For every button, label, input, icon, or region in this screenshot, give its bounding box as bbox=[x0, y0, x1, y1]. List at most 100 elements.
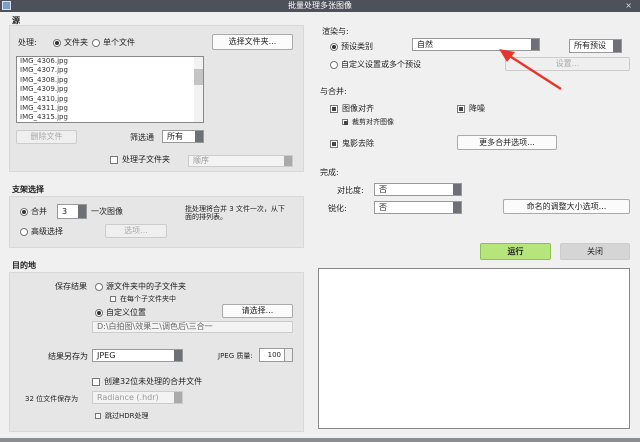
choose-folder-button[interactable]: 选择文件夹... bbox=[212, 34, 293, 50]
merge-heading: 与合并: bbox=[320, 87, 347, 96]
radio-source-subfolder[interactable]: 源文件夹中的子文件夹 bbox=[95, 281, 186, 292]
save-as-select[interactable]: JPEG bbox=[92, 349, 183, 362]
render-heading: 渲染与: bbox=[322, 27, 349, 36]
batch-dialog: 批量处理多张图像 × 源 处理: 文件夹 单个文件 选择文件夹... IMG_4… bbox=[0, 0, 640, 438]
radio-merge[interactable]: 合并 bbox=[20, 206, 47, 217]
chevron-down-icon bbox=[453, 202, 461, 213]
chevron-down-icon bbox=[174, 392, 182, 403]
list-item[interactable]: IMG_4308.jpg bbox=[17, 76, 203, 85]
destination-path-field[interactable]: D:\白拍图\效果二\调色后\三合一 bbox=[92, 321, 293, 333]
arrow-shaft bbox=[504, 51, 562, 91]
save-32bit-select[interactable]: Radiance (.hdr) bbox=[92, 391, 183, 404]
sharpen-label: 锐化: bbox=[328, 204, 347, 213]
align-checkbox[interactable]: 图像对齐 bbox=[330, 103, 374, 114]
list-item[interactable]: IMG_4309.jpg bbox=[17, 85, 203, 94]
save-as-label: 结果另存为 bbox=[48, 352, 88, 361]
order-select[interactable]: 顺序 bbox=[188, 155, 293, 167]
process-subfolders-checkbox[interactable]: 处理子文件夹 bbox=[110, 154, 170, 165]
denoise-label: 降噪 bbox=[469, 104, 485, 113]
bracket-heading: 支架选择 bbox=[12, 185, 44, 194]
all-presets-value: 所有预设 bbox=[574, 41, 606, 50]
radio-custom-settings[interactable]: 自定义设置或多个预设 bbox=[330, 59, 421, 70]
merge-label: 合并 bbox=[31, 207, 47, 216]
filter-label: 筛选通 bbox=[130, 133, 154, 142]
list-item[interactable]: IMG_4315.jpg bbox=[17, 113, 203, 122]
scrollbar-thumb[interactable] bbox=[194, 69, 203, 85]
resize-options-button[interactable]: 命名的调整大小选项... bbox=[503, 199, 630, 214]
contrast-value: 否 bbox=[379, 185, 387, 194]
file-list-scrollbar[interactable] bbox=[194, 57, 203, 122]
bracket-options-button[interactable]: 选项... bbox=[105, 224, 167, 238]
chevron-down-icon bbox=[284, 156, 292, 166]
close-icon[interactable]: × bbox=[625, 0, 632, 12]
remove-files-button[interactable]: 删除文件 bbox=[16, 130, 77, 144]
finish-heading: 完成: bbox=[320, 168, 339, 177]
create-32bit-label: 创建32位未处理的合并文件 bbox=[104, 377, 203, 386]
each-subfolder-checkbox[interactable]: 在每个子文件夹中 bbox=[110, 294, 176, 304]
spinner-icon[interactable] bbox=[78, 205, 86, 218]
bracket-group bbox=[9, 196, 304, 248]
sharpen-value: 否 bbox=[379, 203, 387, 212]
bracket-info: 批处理将合并 3 文件一次，从下面的排列表。 bbox=[185, 205, 285, 221]
preset-category-label: 预设类别 bbox=[341, 42, 373, 51]
filter-select[interactable]: 所有 bbox=[162, 130, 204, 143]
app-icon bbox=[2, 1, 11, 10]
chevron-down-icon bbox=[613, 40, 621, 52]
align-label: 图像对齐 bbox=[342, 104, 374, 113]
destination-heading: 目的地 bbox=[12, 261, 36, 270]
list-item[interactable]: IMG_4310.jpg bbox=[17, 95, 203, 104]
all-presets-select[interactable]: 所有预设 bbox=[569, 39, 622, 53]
radio-folder-label: 文件夹 bbox=[64, 38, 88, 47]
process-label: 处理: bbox=[18, 38, 37, 47]
list-item[interactable]: IMG_4311.jpg bbox=[17, 104, 203, 113]
radio-single-file[interactable]: 单个文件 bbox=[92, 37, 135, 48]
progress-log-area bbox=[318, 268, 630, 429]
title-bar: 批量处理多张图像 × bbox=[0, 0, 640, 12]
skip-hdr-checkbox[interactable]: 跳过HDR处理 bbox=[95, 411, 149, 421]
radio-folder[interactable]: 文件夹 bbox=[53, 37, 88, 48]
red-annotation-arrow bbox=[499, 49, 562, 91]
merge-count-spinner[interactable]: 3 bbox=[57, 204, 87, 219]
chevron-down-icon bbox=[453, 184, 461, 195]
each-subfolder-label: 在每个子文件夹中 bbox=[120, 295, 176, 303]
list-item[interactable]: IMG_4307.jpg bbox=[17, 66, 203, 75]
run-button[interactable]: 运行 bbox=[480, 243, 551, 260]
merge-count-value: 3 bbox=[62, 207, 68, 216]
more-merge-options-button[interactable]: 更多合并选项... bbox=[457, 135, 557, 150]
radio-advanced[interactable]: 高级选择 bbox=[20, 226, 63, 237]
order-value: 顺序 bbox=[193, 156, 209, 165]
crop-aligned-label: 裁剪对齐图像 bbox=[352, 118, 394, 126]
create-32bit-checkbox[interactable]: 创建32位未处理的合并文件 bbox=[92, 376, 202, 387]
arrow-head bbox=[499, 49, 515, 62]
radio-single-label: 单个文件 bbox=[103, 38, 135, 47]
filter-value: 所有 bbox=[167, 132, 183, 141]
preset-value: 自然 bbox=[417, 40, 433, 49]
contrast-label: 对比度: bbox=[337, 186, 364, 195]
jpeg-quality-label: JPEG 质量: bbox=[218, 352, 253, 360]
custom-settings-label: 自定义设置或多个预设 bbox=[341, 60, 421, 69]
window-title: 批量处理多张图像 bbox=[288, 1, 352, 10]
sharpen-select[interactable]: 否 bbox=[374, 201, 462, 214]
chevron-down-icon bbox=[174, 350, 182, 361]
jpeg-quality-spinner[interactable]: 100 bbox=[259, 348, 293, 362]
process-subfolders-label: 处理子文件夹 bbox=[122, 155, 170, 164]
browse-button[interactable]: 请选择... bbox=[222, 304, 293, 318]
denoise-checkbox[interactable]: 降噪 bbox=[457, 103, 485, 114]
spinner-icon[interactable] bbox=[284, 349, 292, 361]
skip-hdr-label: 跳过HDR处理 bbox=[105, 412, 149, 420]
source-subfolder-label: 源文件夹中的子文件夹 bbox=[106, 282, 186, 291]
chevron-down-icon bbox=[195, 131, 203, 142]
advanced-label: 高级选择 bbox=[31, 227, 63, 236]
contrast-select[interactable]: 否 bbox=[374, 183, 462, 196]
close-button[interactable]: 关闭 bbox=[560, 243, 630, 260]
custom-location-label: 自定义位置 bbox=[106, 308, 146, 317]
merge-suffix: 一次图像 bbox=[91, 207, 123, 216]
deghost-checkbox[interactable]: 鬼影去除 bbox=[330, 138, 374, 149]
radio-custom-location[interactable]: 自定义位置 bbox=[95, 307, 146, 318]
crop-aligned-checkbox[interactable]: 裁剪对齐图像 bbox=[342, 117, 394, 127]
save-as-value: JPEG bbox=[97, 351, 116, 360]
save-32bit-value: Radiance (.hdr) bbox=[97, 393, 159, 402]
list-item[interactable]: IMG_4306.jpg bbox=[17, 57, 203, 66]
radio-preset-category[interactable]: 预设类别 bbox=[330, 41, 373, 52]
file-list[interactable]: IMG_4306.jpg IMG_4307.jpg IMG_4308.jpg I… bbox=[16, 56, 204, 123]
